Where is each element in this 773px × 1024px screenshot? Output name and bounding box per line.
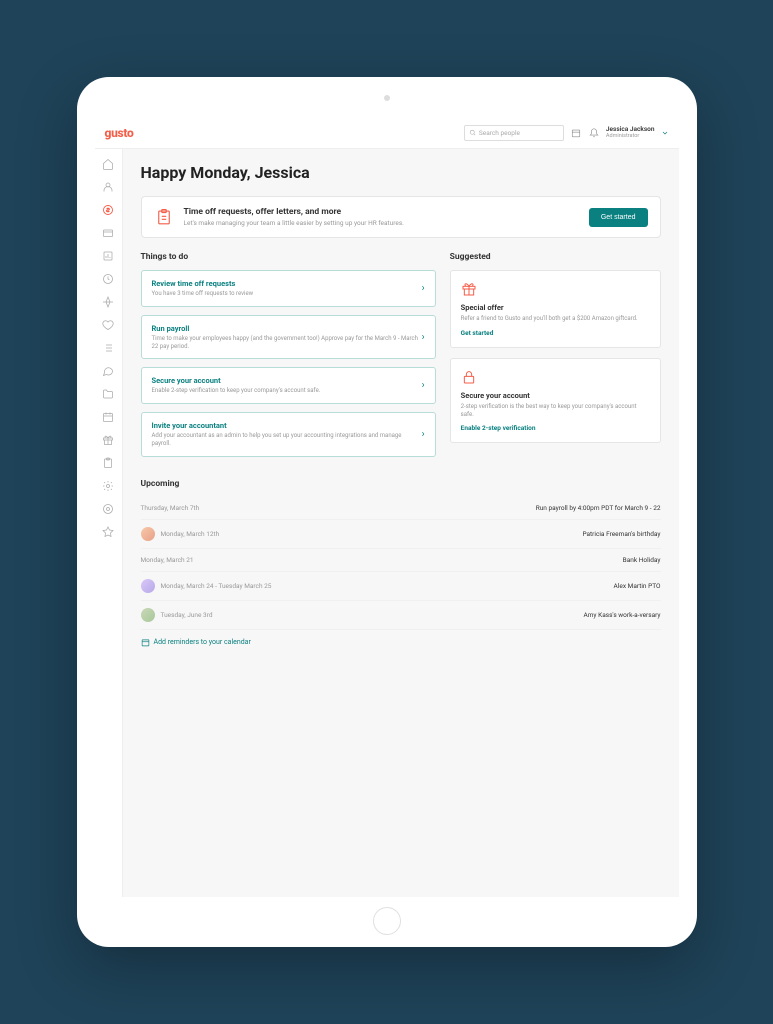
upcoming-section: Upcoming Thursday, March 7th Run payroll…	[141, 479, 661, 647]
suggested-secure-account: Secure your account 2-step verification …	[450, 358, 661, 444]
upcoming-row: Monday, March 24 - Tuesday March 25 Alex…	[141, 572, 661, 601]
upcoming-row: Tuesday, June 3rd Amy Kass's work-a-vers…	[141, 601, 661, 630]
todo-sub: You have 3 time off requests to review	[152, 290, 254, 298]
sidebar-heart-icon[interactable]	[101, 318, 115, 332]
upcoming-info: Patricia Freeman's birthday	[582, 530, 660, 538]
things-to-do-heading: Things to do	[141, 252, 436, 262]
sidebar-people-icon[interactable]	[101, 180, 115, 194]
sidebar-chat-icon[interactable]	[101, 364, 115, 378]
tablet-camera	[384, 95, 390, 101]
todo-title: Invite your accountant	[152, 421, 422, 430]
topbar: gusto Search people Jessica Jackson Admi…	[95, 117, 679, 149]
todo-title: Review time off requests	[152, 279, 254, 288]
card-sub: Refer a friend to Gusto and you'll both …	[461, 315, 650, 323]
upcoming-date: Tuesday, June 3rd	[161, 611, 213, 619]
clipboard-icon	[154, 207, 174, 227]
upcoming-row: Monday, March 12th Patricia Freeman's bi…	[141, 520, 661, 549]
upcoming-date: Monday, March 24 - Tuesday March 25	[161, 582, 272, 590]
gift-icon	[461, 281, 477, 297]
tablet-frame: gusto Search people Jessica Jackson Admi…	[77, 77, 697, 947]
avatar	[141, 579, 155, 593]
sidebar-list-icon[interactable]	[101, 341, 115, 355]
banner-title: Time off requests, offer letters, and mo…	[184, 207, 404, 217]
upcoming-date: Monday, March 21	[141, 556, 194, 564]
logo: gusto	[105, 126, 134, 140]
chevron-right-icon: ›	[422, 283, 425, 294]
card-sub: 2-step verification is the best way to k…	[461, 403, 650, 419]
sidebar-clipboard-icon[interactable]	[101, 456, 115, 470]
user-menu[interactable]: Jessica Jackson Administrator	[606, 126, 669, 139]
page-title: Happy Monday, Jessica	[141, 163, 661, 182]
sidebar-wallet-icon[interactable]	[101, 226, 115, 240]
add-reminders-label: Add reminders to your calendar	[154, 638, 251, 646]
bell-icon[interactable]	[588, 127, 600, 139]
todo-title: Run payroll	[152, 324, 422, 333]
sidebar-calendar-icon[interactable]	[101, 410, 115, 424]
todo-review-time-off[interactable]: Review time off requests You have 3 time …	[141, 270, 436, 307]
todo-invite-accountant[interactable]: Invite your accountant Add your accountan…	[141, 412, 436, 457]
search-icon	[469, 129, 476, 136]
todo-sub: Time to make your employees happy (and t…	[152, 335, 422, 351]
upcoming-info: Run payroll by 4:00pm PDT for March 9 - …	[536, 504, 661, 512]
todo-sub: Add your accountant as an admin to help …	[152, 432, 422, 448]
chevron-right-icon: ›	[422, 332, 425, 343]
sidebar-star-icon[interactable]	[101, 525, 115, 539]
chevron-down-icon	[661, 129, 669, 137]
main-content: Happy Monday, Jessica Time off requests,…	[123, 149, 679, 897]
sidebar-reports-icon[interactable]	[101, 249, 115, 263]
tablet-home-button[interactable]	[373, 907, 401, 935]
user-name: Jessica Jackson	[606, 126, 655, 133]
card-link[interactable]: Enable 2-step verification	[461, 424, 650, 432]
card-title: Secure your account	[461, 391, 650, 400]
upcoming-row: Monday, March 21 Bank Holiday	[141, 549, 661, 572]
sidebar-time-icon[interactable]	[101, 272, 115, 286]
search-placeholder: Search people	[479, 129, 520, 137]
upcoming-heading: Upcoming	[141, 479, 661, 489]
sidebar-payroll-icon[interactable]	[101, 203, 115, 217]
upcoming-date: Thursday, March 7th	[141, 504, 200, 512]
banner-subtitle: Let's make managing your team a little e…	[184, 219, 404, 227]
todo-run-payroll[interactable]: Run payroll Time to make your employees h…	[141, 315, 436, 360]
sidebar-folder-icon[interactable]	[101, 387, 115, 401]
upcoming-info: Alex Martin PTO	[614, 582, 661, 590]
hr-banner: Time off requests, offer letters, and mo…	[141, 196, 661, 238]
sidebar-gift-icon[interactable]	[101, 433, 115, 447]
suggested-heading: Suggested	[450, 252, 661, 262]
search-input[interactable]: Search people	[464, 125, 564, 141]
lock-icon	[461, 369, 477, 385]
calendar-icon[interactable]	[570, 127, 582, 139]
card-link[interactable]: Get started	[461, 329, 650, 337]
suggested-special-offer: Special offer Refer a friend to Gusto an…	[450, 270, 661, 348]
sidebar-help-icon[interactable]	[101, 502, 115, 516]
chevron-right-icon: ›	[422, 429, 425, 440]
sidebar-home-icon[interactable]	[101, 157, 115, 171]
user-role: Administrator	[606, 133, 655, 139]
calendar-icon	[141, 638, 150, 647]
get-started-button[interactable]: Get started	[589, 208, 648, 227]
upcoming-row: Thursday, March 7th Run payroll by 4:00p…	[141, 497, 661, 520]
sidebar-settings-icon[interactable]	[101, 479, 115, 493]
upcoming-info: Amy Kass's work-a-versary	[583, 611, 660, 619]
chevron-right-icon: ›	[422, 380, 425, 391]
add-reminders-link[interactable]: Add reminders to your calendar	[141, 638, 661, 647]
sidebar-travel-icon[interactable]	[101, 295, 115, 309]
todo-sub: Enable 2-step verification to keep your …	[152, 387, 321, 395]
avatar	[141, 527, 155, 541]
todo-secure-account[interactable]: Secure your account Enable 2-step verific…	[141, 367, 436, 404]
avatar	[141, 608, 155, 622]
todo-title: Secure your account	[152, 376, 321, 385]
upcoming-info: Bank Holiday	[623, 556, 661, 564]
upcoming-date: Monday, March 12th	[161, 530, 220, 538]
app-screen: gusto Search people Jessica Jackson Admi…	[95, 117, 679, 897]
sidebar	[95, 149, 123, 897]
card-title: Special offer	[461, 303, 650, 312]
